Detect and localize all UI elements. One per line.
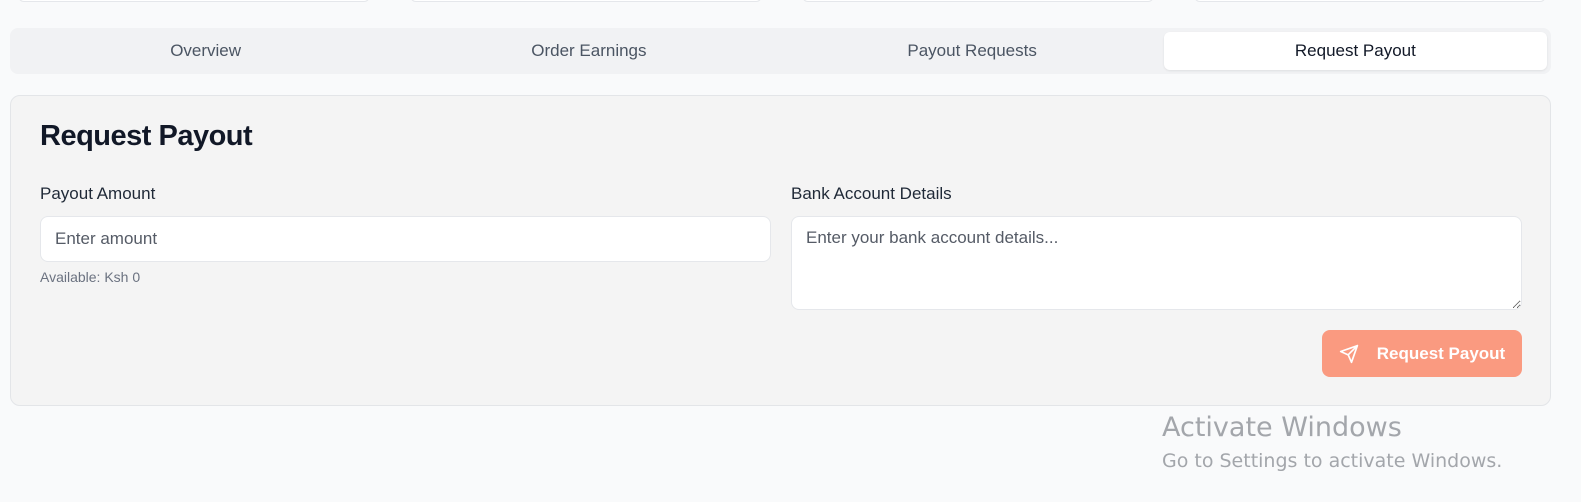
payout-amount-label: Payout Amount [40, 184, 156, 203]
tab-payout-requests[interactable]: Payout Requests [781, 32, 1164, 70]
tabs-bar: Overview Order Earnings Payout Requests … [10, 28, 1551, 74]
stat-card [410, 0, 762, 2]
available-balance: Available: Ksh 0 [40, 269, 141, 285]
request-payout-button[interactable]: Request Payout [1322, 330, 1522, 377]
stat-card [1194, 0, 1546, 2]
tab-request-payout[interactable]: Request Payout [1163, 32, 1547, 70]
watermark-subtitle: Go to Settings to activate Windows. [1162, 450, 1503, 472]
tab-overview[interactable]: Overview [14, 32, 397, 70]
stat-card [802, 0, 1154, 2]
stats-cards-row [0, 0, 1581, 2]
tab-order-earnings[interactable]: Order Earnings [397, 32, 780, 70]
payout-amount-input[interactable] [40, 216, 771, 262]
send-icon [1339, 344, 1359, 364]
request-payout-button-label: Request Payout [1376, 343, 1506, 363]
watermark-title: Activate Windows [1162, 412, 1402, 443]
bank-details-textarea[interactable] [791, 216, 1522, 310]
bank-details-label: Bank Account Details [791, 184, 952, 203]
activate-windows-watermark: Activate Windows Go to Settings to activ… [1162, 410, 1502, 476]
request-payout-card: Request Payout Payout Amount Available: … [10, 95, 1551, 406]
stat-card [18, 0, 370, 2]
card-title: Request Payout [40, 120, 253, 152]
